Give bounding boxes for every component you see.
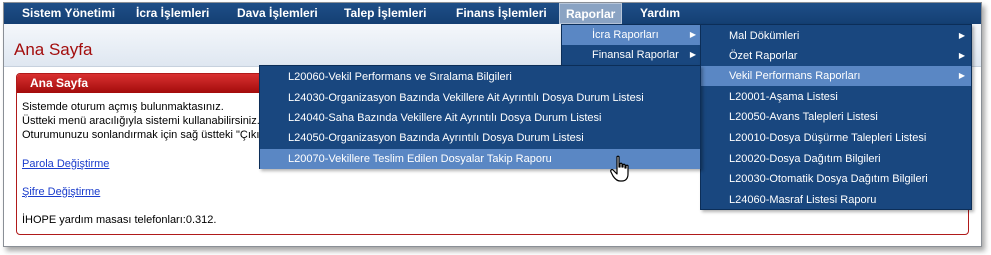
triangle-right-icon: ▶ xyxy=(958,31,965,40)
menu-raporlar[interactable]: Raporlar xyxy=(559,3,623,24)
menu-item-l24050[interactable]: L24050-Organizasyon Bazında Ayrıntılı Do… xyxy=(260,128,700,148)
menu-item-l24030[interactable]: L24030-Organizasyon Bazında Vekillere Ai… xyxy=(260,88,700,108)
menu-item-label: Vekil Performans Raporları xyxy=(729,70,861,82)
menu-item-icra-raporlari[interactable]: İcra Raporları ▶ xyxy=(562,25,702,45)
menu-talep-islemleri[interactable]: Talep İşlemleri xyxy=(338,3,432,24)
sifre-degistirme-link[interactable]: Şifre Değiştirme xyxy=(22,186,100,198)
menu-item-l20050[interactable]: L20050-Avans Talepleri Listesi xyxy=(701,107,971,127)
menu-finans-islemleri[interactable]: Finans İşlemleri xyxy=(450,3,553,24)
menu-item-l20001[interactable]: L20001-Aşama Listesi xyxy=(701,87,971,107)
menu-dava-islemleri[interactable]: Dava İşlemleri xyxy=(231,3,324,24)
triangle-right-icon: ▶ xyxy=(958,71,965,80)
triangle-right-icon: ▶ xyxy=(958,51,965,60)
panel-text-line: Sistemde oturum açmış bulunmaktasınız. xyxy=(22,101,224,113)
menu-item-l20030[interactable]: L20030-Otomatik Dosya Dağıtım Bilgileri xyxy=(701,169,971,189)
icra-raporlari-submenu: Mal Dökümleri ▶ Özet Raporlar ▶ Vekil Pe… xyxy=(700,24,972,210)
hand-pointer-icon xyxy=(610,155,629,182)
helpdesk-phone-text: İHOPE yardım masası telefonları:0.312. xyxy=(22,214,217,226)
menu-item-label: İcra Raporları xyxy=(592,29,659,41)
menu-yardim[interactable]: Yardım xyxy=(634,3,686,24)
menu-sistem-yonetimi[interactable]: Sistem Yönetimi xyxy=(16,3,121,24)
menu-icra-islemleri[interactable]: İcra İşlemleri xyxy=(130,3,215,24)
menu-item-finansal-raporlar[interactable]: Finansal Raporlar ▶ xyxy=(562,45,702,65)
menu-item-mal-dokumleri[interactable]: Mal Dökümleri ▶ xyxy=(701,26,971,46)
raporlar-dropdown: İcra Raporları ▶ Finansal Raporlar ▶ xyxy=(561,24,703,66)
panel-text-line: Oturumunuzu sonlandırmak için sağ üsttek… xyxy=(22,129,269,141)
menu-item-label: Mal Dökümleri xyxy=(729,30,800,42)
menu-item-l20010[interactable]: L20010-Dosya Düşürme Talepleri Listesi xyxy=(701,128,971,148)
menu-item-l24060[interactable]: L24060-Masraf Listesi Raporu xyxy=(701,190,971,210)
app-window: Sistem Yönetimi İcra İşlemleri Dava İşle… xyxy=(3,2,982,247)
menu-item-ozet-raporlar[interactable]: Özet Raporlar ▶ xyxy=(701,46,971,66)
menu-item-l24040[interactable]: L24040-Saha Bazında Vekillere Ait Ayrınt… xyxy=(260,108,700,128)
menu-item-l20070[interactable]: L20070-Vekillere Teslim Edilen Dosyalar … xyxy=(260,149,700,169)
main-menubar: Sistem Yönetimi İcra İşlemleri Dava İşle… xyxy=(4,3,981,24)
menu-item-l20060[interactable]: L20060-Vekil Performans ve Sıralama Bilg… xyxy=(260,67,700,87)
triangle-right-icon: ▶ xyxy=(689,50,696,59)
triangle-right-icon: ▶ xyxy=(689,30,696,39)
parola-degistirme-link[interactable]: Parola Değiştirme xyxy=(22,158,109,170)
menu-item-label: Finansal Raporlar xyxy=(592,49,679,61)
menu-item-label: Özet Raporlar xyxy=(729,50,798,62)
menu-item-vekil-performans-raporlari[interactable]: Vekil Performans Raporları ▶ xyxy=(701,66,971,86)
vekil-performans-submenu: L20060-Vekil Performans ve Sıralama Bilg… xyxy=(259,65,701,169)
panel-text-line: Üstteki menü aracılığıyla sistemi kullan… xyxy=(22,115,260,127)
page-title: Ana Sayfa xyxy=(14,40,93,59)
menu-item-l20020[interactable]: L20020-Dosya Dağıtım Bilgileri xyxy=(701,149,971,169)
